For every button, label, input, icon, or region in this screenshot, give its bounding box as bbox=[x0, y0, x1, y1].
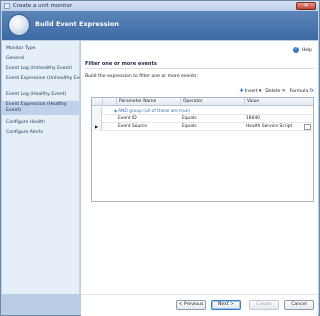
column-header-value[interactable]: Value bbox=[244, 98, 313, 106]
group-row[interactable]: ◈AND group (all of these are true) bbox=[92, 107, 313, 115]
nav-item-general[interactable]: General bbox=[2, 55, 80, 63]
section-divider bbox=[85, 68, 315, 69]
nav-item-configure-health[interactable]: Configure Health bbox=[2, 119, 80, 127]
help-icon[interactable]: ? bbox=[292, 47, 299, 53]
column-header-parameter[interactable]: Parameter Name bbox=[116, 98, 180, 106]
instructions-text: Build the expression to filter one or mo… bbox=[85, 74, 198, 79]
nav-item-event-log-unhealthy[interactable]: Event Log (Unhealthy Event) bbox=[2, 65, 80, 73]
operator-cell[interactable]: Equals bbox=[180, 115, 244, 123]
wizard-banner: Build Event Expression bbox=[2, 11, 318, 40]
insert-label: Insert bbox=[244, 88, 258, 94]
create-button[interactable]: Create bbox=[249, 300, 279, 310]
group-row-text: AND group (all of these are true) bbox=[118, 109, 190, 114]
nav-item-event-log-healthy[interactable]: Event Log (Healthy Event) bbox=[2, 91, 80, 99]
title-bar[interactable]: Create a unit monitor ✕ bbox=[1, 1, 319, 11]
row-selector[interactable] bbox=[92, 107, 102, 115]
formula-button[interactable]: Formula fx bbox=[289, 87, 314, 94]
previous-button[interactable]: < Previous bbox=[176, 300, 206, 310]
grid-header-spacer bbox=[102, 98, 116, 106]
insert-icon: ✚ bbox=[239, 87, 244, 94]
delete-button[interactable]: Delete ✕ bbox=[265, 87, 286, 94]
operator-cell[interactable]: Equals bbox=[180, 123, 244, 131]
value-cell[interactable]: Health Service Script bbox=[244, 123, 304, 131]
section-heading: Filter one or more events bbox=[85, 61, 157, 67]
group-row-label: ◈AND group (all of these are true) bbox=[112, 107, 302, 115]
row-selector[interactable] bbox=[92, 115, 102, 123]
table-row[interactable]: ▶ Event Source Equals Health Service Scr… bbox=[92, 123, 313, 131]
current-row-arrow-icon[interactable]: ▶ bbox=[92, 123, 102, 131]
window-title: Create a unit monitor bbox=[13, 3, 73, 9]
content-panel: ? Help Filter one or more events Build t… bbox=[81, 41, 318, 294]
value-cell[interactable]: 18040 bbox=[244, 115, 313, 123]
next-button[interactable]: Next > bbox=[211, 300, 241, 310]
value-edit-box[interactable] bbox=[304, 124, 311, 130]
help-link-row[interactable]: ? Help bbox=[292, 47, 312, 54]
help-link[interactable]: Help bbox=[302, 48, 312, 53]
wizard-steps-nav: Monitor Type General Event Log (Unhealth… bbox=[2, 41, 80, 294]
page-title: Build Event Expression bbox=[35, 20, 119, 28]
wizard-window: Create a unit monitor ✕ Build Event Expr… bbox=[0, 0, 320, 316]
nav-item-monitor-type[interactable]: Monitor Type bbox=[2, 45, 80, 53]
group-icon: ◈ bbox=[114, 108, 118, 113]
grid-header: Parameter Name Operator Value bbox=[92, 98, 313, 106]
nav-item-event-expression-unhealthy[interactable]: Event Expression (Unhealthy Event) bbox=[2, 75, 80, 83]
column-header-operator[interactable]: Operator bbox=[180, 98, 244, 106]
expression-grid[interactable]: Parameter Name Operator Value ◈AND group… bbox=[91, 97, 314, 202]
insert-dropdown-icon[interactable]: ▾ bbox=[259, 88, 262, 94]
wizard-footer: < Previous Next > Create Cancel bbox=[81, 294, 318, 316]
expression-toolbar: ✚ Insert ▾ Delete ✕ Formula fx bbox=[239, 87, 314, 95]
wizard-logo-icon bbox=[8, 14, 30, 36]
formula-icon: fx bbox=[309, 87, 314, 94]
delete-label: Delete bbox=[265, 88, 281, 94]
close-button[interactable]: ✕ bbox=[296, 2, 316, 10]
formula-label: Formula bbox=[289, 88, 309, 94]
parameter-cell[interactable]: Event ID bbox=[116, 115, 180, 123]
nav-item-configure-alerts[interactable]: Configure Alerts bbox=[2, 129, 80, 137]
insert-button[interactable]: ✚ Insert ▾ bbox=[239, 87, 262, 94]
nav-item-event-expression-healthy[interactable]: Event Expression (Healthy Event) bbox=[2, 101, 80, 115]
cancel-button[interactable]: Cancel bbox=[284, 300, 314, 310]
parameter-cell[interactable]: Event Source bbox=[116, 123, 180, 131]
window-icon bbox=[4, 3, 10, 9]
delete-icon: ✕ bbox=[281, 87, 286, 94]
table-row[interactable]: Event ID Equals 18040 bbox=[92, 115, 313, 123]
